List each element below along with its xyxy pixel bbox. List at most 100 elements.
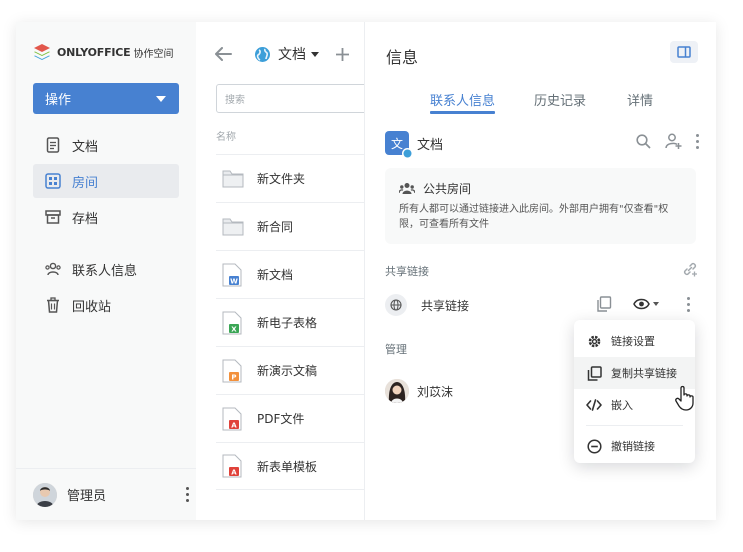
menu-separator <box>586 425 683 426</box>
add-user-icon[interactable] <box>665 133 682 149</box>
brand-sub: 协作空间 <box>133 48 174 60</box>
column-header-name: 名称 <box>216 132 236 143</box>
file-name: 新文件夹 <box>257 172 306 186</box>
action-button[interactable]: 操作 <box>33 83 179 114</box>
sidebar-item-label: 房间 <box>72 175 99 191</box>
chevron-down-icon <box>156 96 166 102</box>
sidebar-item-documents[interactable]: 文档 <box>33 128 179 162</box>
folder-icon <box>222 167 244 191</box>
onlyoffice-logo-icon <box>34 44 50 60</box>
gear-icon <box>586 333 602 349</box>
file-row-folder[interactable]: 新文件夹 <box>216 154 376 202</box>
public-room-notice: 公共房间 所有人都可以通过链接进入此房间。外部用户拥有"仅查看"权限，可查看所有… <box>385 168 696 244</box>
avatar <box>385 379 409 403</box>
contacts-icon <box>45 261 61 277</box>
sidebar-item-label: 存档 <box>72 211 99 227</box>
more-options-icon[interactable] <box>696 133 700 149</box>
pptx-file-icon: P <box>222 359 244 383</box>
search-icon[interactable] <box>636 133 651 149</box>
plus-icon[interactable] <box>336 47 349 61</box>
sidebar-item-rooms[interactable]: 房间 <box>33 164 179 198</box>
room-actions <box>636 133 700 149</box>
code-icon <box>586 397 602 413</box>
file-row-spreadsheet[interactable]: X 新电子表格 <box>216 298 376 346</box>
action-button-label: 操作 <box>45 93 72 108</box>
chevron-down-icon[interactable] <box>311 51 319 57</box>
room-name: 文档 <box>417 137 444 153</box>
share-link-row: 共享链接 <box>385 292 700 318</box>
sidebar-item-trash[interactable]: 回收站 <box>33 288 179 322</box>
user-profile[interactable]: 管理员 <box>16 468 196 520</box>
file-list: 文档 搜索 名称 新文件夹 新合同 W 新文档 X 新电子表格 P 新演示文稿 … <box>196 22 376 520</box>
rooms-icon <box>45 173 61 189</box>
file-row-folder[interactable]: 新合同 <box>216 202 376 250</box>
menu-item-label: 嵌入 <box>611 399 633 412</box>
search-placeholder: 搜索 <box>225 95 245 106</box>
form-file-icon: A <box>222 454 244 478</box>
panel-tabs: 联系人信息 历史记录 详情 <box>365 90 716 116</box>
room-header: 文 文档 <box>385 130 700 159</box>
hand-cursor-icon <box>674 385 696 415</box>
sidebar-item-label: 文档 <box>72 139 99 155</box>
svg-text:A: A <box>231 469 237 477</box>
trash-icon <box>45 297 61 313</box>
document-icon <box>45 137 61 153</box>
archive-icon <box>45 209 61 225</box>
people-icon <box>399 182 415 195</box>
member-name: 刘苡沫 <box>417 384 454 399</box>
file-row-pdf[interactable]: A PDF文件 <box>216 394 376 442</box>
copy-icon <box>586 365 602 381</box>
member-row[interactable]: 刘苡沫 <box>385 378 585 404</box>
brand-name: ONLYOFFICE <box>57 45 131 59</box>
file-name: 新文档 <box>257 268 294 282</box>
logo[interactable]: ONLYOFFICE 协作空间 <box>33 42 174 62</box>
file-row-document[interactable]: W 新文档 <box>216 250 376 298</box>
docx-file-icon: W <box>222 263 244 287</box>
file-name: 新电子表格 <box>257 316 318 330</box>
more-options-icon[interactable] <box>687 297 691 312</box>
globe-icon <box>402 148 413 159</box>
menu-item-revoke-link[interactable]: 撤销链接 <box>574 430 695 462</box>
copy-icon[interactable] <box>596 296 612 312</box>
manage-section-label: 管理 <box>385 343 407 356</box>
menu-item-link-settings[interactable]: 链接设置 <box>574 325 695 357</box>
breadcrumb-current[interactable]: 文档 <box>278 44 306 64</box>
room-logo: 文 <box>385 131 413 159</box>
file-name: 新表单模板 <box>257 459 318 474</box>
sidebar-item-contacts[interactable]: 联系人信息 <box>33 252 179 286</box>
notice-text: 所有人都可以通过链接进入此房间。外部用户拥有"仅查看"权限，可查看所有文件 <box>399 204 669 230</box>
back-arrow-icon[interactable] <box>215 47 232 61</box>
globe-icon <box>254 46 271 63</box>
eye-icon[interactable] <box>633 298 659 310</box>
xlsx-file-icon: X <box>222 311 244 335</box>
add-link-icon[interactable] <box>682 261 698 277</box>
file-row-presentation[interactable]: P 新演示文稿 <box>216 346 376 394</box>
sidebar: ONLYOFFICE 协作空间 操作 文档 房间 存档 联系人信息 回收站 管理… <box>16 22 196 520</box>
file-name: 新演示文稿 <box>257 364 318 378</box>
share-section-label: 共享链接 <box>385 265 429 278</box>
tab-details[interactable]: 详情 <box>627 90 653 109</box>
sidebar-item-label: 回收站 <box>72 299 112 315</box>
pdf-file-icon: A <box>222 407 244 431</box>
panel-toggle-icon[interactable] <box>670 41 698 63</box>
share-link-label: 共享链接 <box>421 298 470 313</box>
file-row-form[interactable]: A 新表单模板 <box>216 442 376 490</box>
more-options-icon[interactable] <box>186 487 190 502</box>
search-input[interactable]: 搜索 <box>216 84 376 113</box>
minus-circle-icon <box>586 438 602 454</box>
tab-history[interactable]: 历史记录 <box>534 90 586 109</box>
tab-contacts[interactable]: 联系人信息 <box>430 90 496 114</box>
svg-text:X: X <box>231 325 237 333</box>
breadcrumb: 文档 <box>215 42 349 66</box>
sidebar-item-archive[interactable]: 存档 <box>33 200 179 234</box>
svg-text:W: W <box>230 277 238 285</box>
sidebar-item-label: 联系人信息 <box>72 263 138 279</box>
file-name: 新合同 <box>257 220 294 234</box>
svg-text:A: A <box>231 421 237 429</box>
notice-title: 公共房间 <box>423 182 472 196</box>
globe-icon <box>385 294 407 316</box>
user-name: 管理员 <box>67 489 107 504</box>
menu-item-label: 撤销链接 <box>611 440 655 453</box>
menu-item-label: 链接设置 <box>611 335 655 348</box>
folder-icon <box>222 215 244 239</box>
